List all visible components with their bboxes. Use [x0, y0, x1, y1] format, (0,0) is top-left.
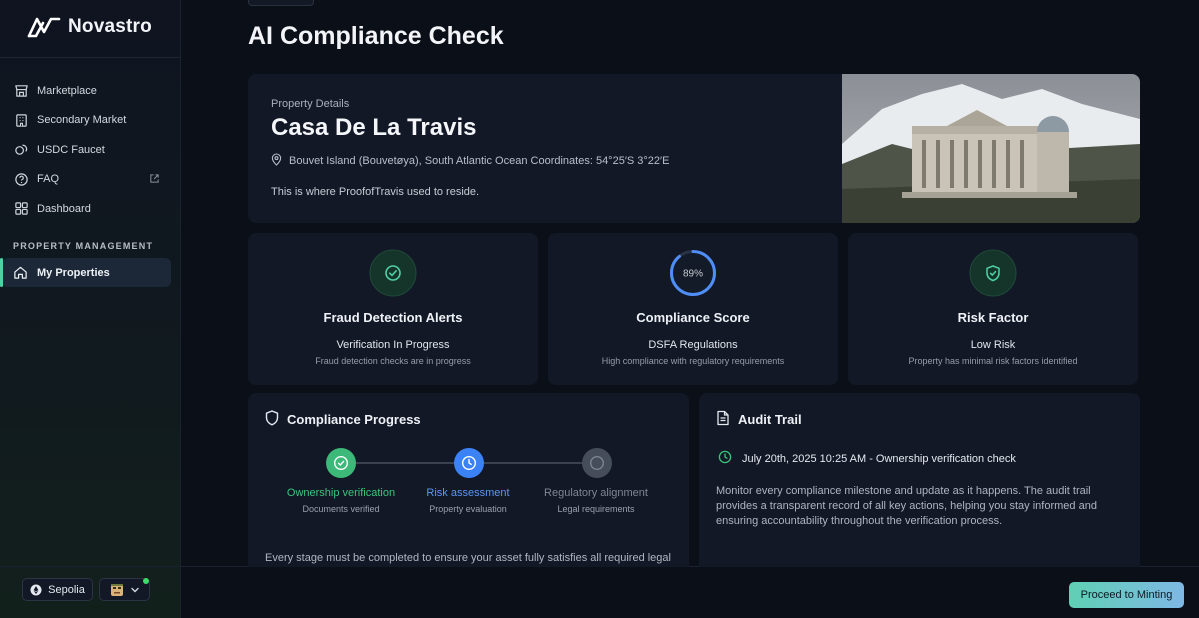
sidebar-item-label: Secondary Market	[37, 114, 127, 127]
score-text: 89%	[683, 269, 703, 280]
sidebar-item-label: My Properties	[37, 266, 110, 279]
sidebar-item-faq[interactable]: FAQ	[0, 165, 181, 195]
sidebar-item-usdc-faucet[interactable]: USDC Faucet	[0, 135, 181, 165]
logo[interactable]: Novastro	[26, 14, 152, 40]
check-circle-icon	[369, 249, 417, 297]
page-title: AI Compliance Check	[248, 22, 504, 50]
home-icon	[13, 265, 29, 281]
network-label: Sepolia	[48, 583, 85, 596]
step-description: Documents verified	[302, 504, 380, 514]
sidebar-item-label: FAQ	[37, 173, 60, 186]
stat-title: Risk Factor	[957, 310, 1029, 325]
coins-icon	[13, 142, 29, 158]
map-pin-icon	[271, 153, 282, 169]
check-circle-icon	[333, 455, 349, 471]
card-title: Audit Trail	[738, 412, 802, 427]
document-icon	[716, 410, 730, 429]
step-done-indicator	[326, 448, 356, 478]
divider	[0, 57, 181, 58]
proceed-to-minting-button[interactable]: Proceed to Minting	[1069, 582, 1184, 608]
audit-description: Monitor every compliance milestone and u…	[716, 485, 1097, 527]
stat-status: Verification In Progress	[336, 339, 450, 351]
shield-check-icon	[969, 249, 1017, 297]
clock-icon	[718, 450, 732, 467]
shield-icon	[265, 410, 279, 429]
property-label: Property Details	[271, 98, 350, 110]
step-label: Regulatory alignment	[544, 487, 648, 499]
stat-description: High compliance with regulatory requirem…	[601, 356, 785, 366]
compliance-score-card: 89% Compliance Score DSFA Regulations Hi…	[548, 233, 838, 385]
top-tab[interactable]	[248, 0, 314, 6]
step-description: Legal requirements	[557, 504, 635, 514]
help-circle-icon	[13, 171, 29, 187]
step-pending-indicator	[582, 448, 612, 478]
sidebar-nav: Marketplace Secondary Market USDC Faucet…	[0, 76, 181, 224]
step-connector	[483, 462, 597, 464]
chevron-down-icon	[130, 587, 139, 592]
sidebar-item-secondary-market[interactable]: Secondary Market	[0, 106, 181, 136]
audit-entry: July 20th, 2025 10:25 AM - Ownership ver…	[718, 450, 1016, 467]
building-icon	[13, 112, 29, 128]
circle-icon	[589, 455, 605, 471]
card-header: Audit Trail	[716, 410, 802, 429]
ethereum-icon	[30, 584, 42, 595]
sidebar-item-my-properties[interactable]: My Properties	[0, 258, 171, 287]
property-card: Property Details Casa De La Travis Bouve…	[248, 74, 1140, 223]
network-selector-button[interactable]: Sepolia	[22, 578, 93, 601]
step-label: Risk assessment	[426, 487, 510, 499]
stat-title: Compliance Score	[636, 310, 750, 325]
stat-title: Fraud Detection Alerts	[323, 310, 463, 325]
compliance-progress-card: Compliance Progress Ownership verificati…	[248, 393, 689, 573]
avatar	[110, 583, 123, 596]
audit-trail-card: Audit Trail July 20th, 2025 10:25 AM - O…	[699, 393, 1140, 573]
risk-factor-card: Risk Factor Low Risk Property has minima…	[848, 233, 1138, 385]
app-name: Novastro	[68, 16, 152, 37]
property-name: Casa De La Travis	[271, 114, 477, 141]
step-active-indicator	[454, 448, 484, 478]
fraud-detection-card: Fraud Detection Alerts Verification In P…	[248, 233, 538, 385]
step-label: Ownership verification	[286, 487, 396, 499]
grid-icon	[13, 201, 29, 217]
sidebar-item-marketplace[interactable]: Marketplace	[0, 76, 181, 106]
stat-status: Low Risk	[970, 339, 1016, 351]
compliance-score-ring: 89%	[670, 250, 716, 296]
sidebar-item-dashboard[interactable]: Dashboard	[0, 194, 181, 224]
stat-description: Fraud detection checks are in progress	[315, 356, 471, 366]
card-header: Compliance Progress	[265, 410, 421, 429]
clock-icon	[461, 455, 477, 471]
property-description: This is where ProofofTravis used to resi…	[271, 186, 480, 198]
sidebar-item-label: USDC Faucet	[37, 143, 105, 156]
store-icon	[13, 83, 29, 99]
card-title: Compliance Progress	[287, 412, 421, 427]
novastro-logo-icon	[27, 17, 61, 38]
audit-entry-text: July 20th, 2025 10:25 AM - Ownership ver…	[742, 452, 1016, 465]
sidebar-item-label: Dashboard	[37, 202, 91, 215]
external-link-icon	[149, 173, 160, 187]
stat-status: DSFA Regulations	[648, 339, 738, 351]
stat-description: Property has minimal risk factors identi…	[908, 356, 1078, 366]
footer-bar	[181, 567, 1199, 618]
property-location: Bouvet Island (Bouvetøya), South Atlanti…	[271, 153, 669, 169]
online-status-dot	[143, 578, 149, 584]
step-description: Property evaluation	[429, 504, 507, 514]
section-label: PROPERTY MANAGEMENT	[13, 241, 154, 251]
sidebar: Novastro Marketplace Secondary Market US…	[0, 0, 181, 618]
step-connector	[356, 462, 469, 464]
location-text: Bouvet Island (Bouvetøya), South Atlanti…	[289, 155, 670, 167]
sidebar-item-label: Marketplace	[37, 84, 97, 97]
property-image	[842, 74, 1140, 223]
